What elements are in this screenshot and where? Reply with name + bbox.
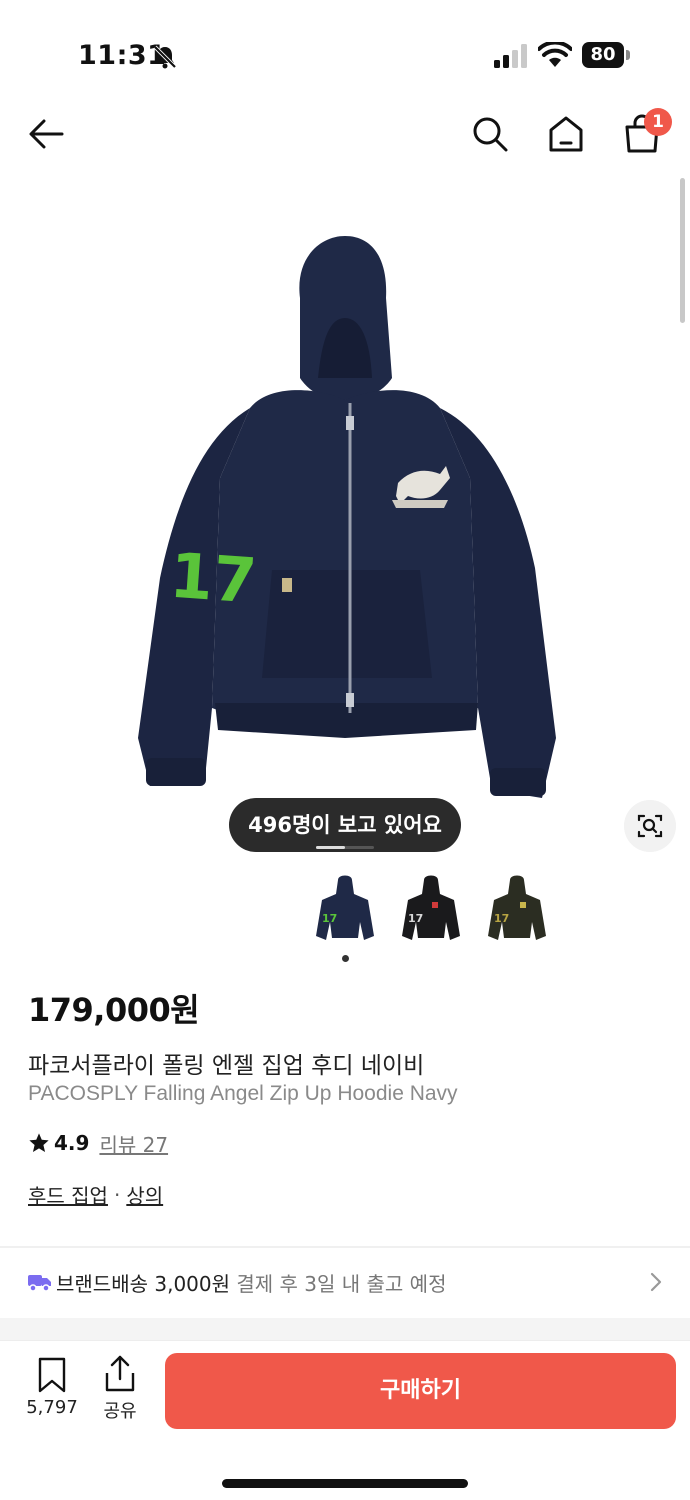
- back-arrow-icon[interactable]: [24, 112, 68, 156]
- home-indicator: [222, 1479, 468, 1488]
- share-button[interactable]: 공유: [96, 1355, 144, 1425]
- image-search-lens-icon[interactable]: [624, 800, 676, 852]
- buy-button[interactable]: 구매하기: [165, 1353, 676, 1429]
- category-separator: ·: [113, 1182, 121, 1207]
- gallery-position-track: [316, 846, 374, 849]
- cart-count-badge: 1: [644, 108, 672, 136]
- star-icon: [29, 1133, 49, 1152]
- battery-cap: [626, 50, 630, 60]
- bottom-action-bar: 5,797 공유 구매하기: [0, 1340, 690, 1500]
- svg-text:17: 17: [494, 912, 509, 925]
- gallery-position-fill: [316, 846, 345, 849]
- wifi-icon: [538, 42, 572, 67]
- cellular-signal-icon: [494, 44, 527, 68]
- viewers-count-pill: 496명이 보고 있어요: [229, 798, 461, 852]
- product-title-korean: 파코서플라이 폴링 엔젤 집업 후디 네이비: [28, 1053, 425, 1079]
- status-bar: 11:31 80: [0, 0, 690, 110]
- review-count-link[interactable]: 리뷰 27: [99, 1129, 168, 1158]
- delivery-truck-icon: [28, 1275, 51, 1292]
- rating-row: 4.9 리뷰 27: [28, 1128, 168, 1158]
- product-title-english: PACOSPLY Falling Angel Zip Up Hoodie Nav…: [28, 1082, 458, 1105]
- variant-thumbnail-black[interactable]: 17: [398, 872, 464, 946]
- bell-off-icon: [153, 45, 177, 69]
- battery-level: 80: [582, 42, 624, 68]
- svg-text:17: 17: [168, 539, 259, 618]
- product-price: 179,000원: [28, 991, 200, 1029]
- variant-thumbnail-olive[interactable]: 17: [484, 872, 550, 946]
- variant-thumbnail-navy[interactable]: 17: [312, 872, 378, 946]
- svg-text:17: 17: [408, 912, 423, 925]
- bookmark-icon: [38, 1357, 66, 1393]
- rating-value: 4.9: [54, 1131, 90, 1155]
- chevron-right-icon: [650, 1272, 662, 1292]
- top-nav-bar: 1: [0, 100, 690, 170]
- bookmark-count: 5,797: [26, 1397, 78, 1418]
- svg-text:17: 17: [322, 912, 337, 925]
- shipping-fee: 브랜드배송 3,000원: [56, 1272, 231, 1296]
- shipping-eta: 결제 후 3일 내 출고 예정: [236, 1272, 447, 1296]
- shipping-text: 브랜드배송 3,000원 결제 후 3일 내 출고 예정: [56, 1268, 447, 1297]
- category-breadcrumb: 후드 집업 · 상의: [28, 1180, 163, 1209]
- hoodie-product-image: 17: [138, 236, 556, 798]
- shipping-info-row[interactable]: 브랜드배송 3,000원 결제 후 3일 내 출고 예정: [0, 1248, 690, 1316]
- product-image-gallery[interactable]: 17 496명이 보고 있어요: [0, 178, 690, 868]
- selected-variant-dot: [342, 955, 349, 962]
- home-icon[interactable]: [544, 112, 588, 156]
- share-icon: [105, 1355, 135, 1392]
- search-icon[interactable]: [468, 112, 512, 156]
- share-label: 공유: [103, 1401, 137, 1422]
- color-variant-thumbnails: 17 17 17: [0, 872, 690, 952]
- category-link-hood-zipup[interactable]: 후드 집업: [28, 1180, 108, 1209]
- bookmark-button[interactable]: 5,797: [22, 1355, 82, 1425]
- category-link-top[interactable]: 상의: [126, 1180, 163, 1209]
- battery-indicator: 80: [582, 42, 630, 68]
- section-gap: [0, 1318, 690, 1340]
